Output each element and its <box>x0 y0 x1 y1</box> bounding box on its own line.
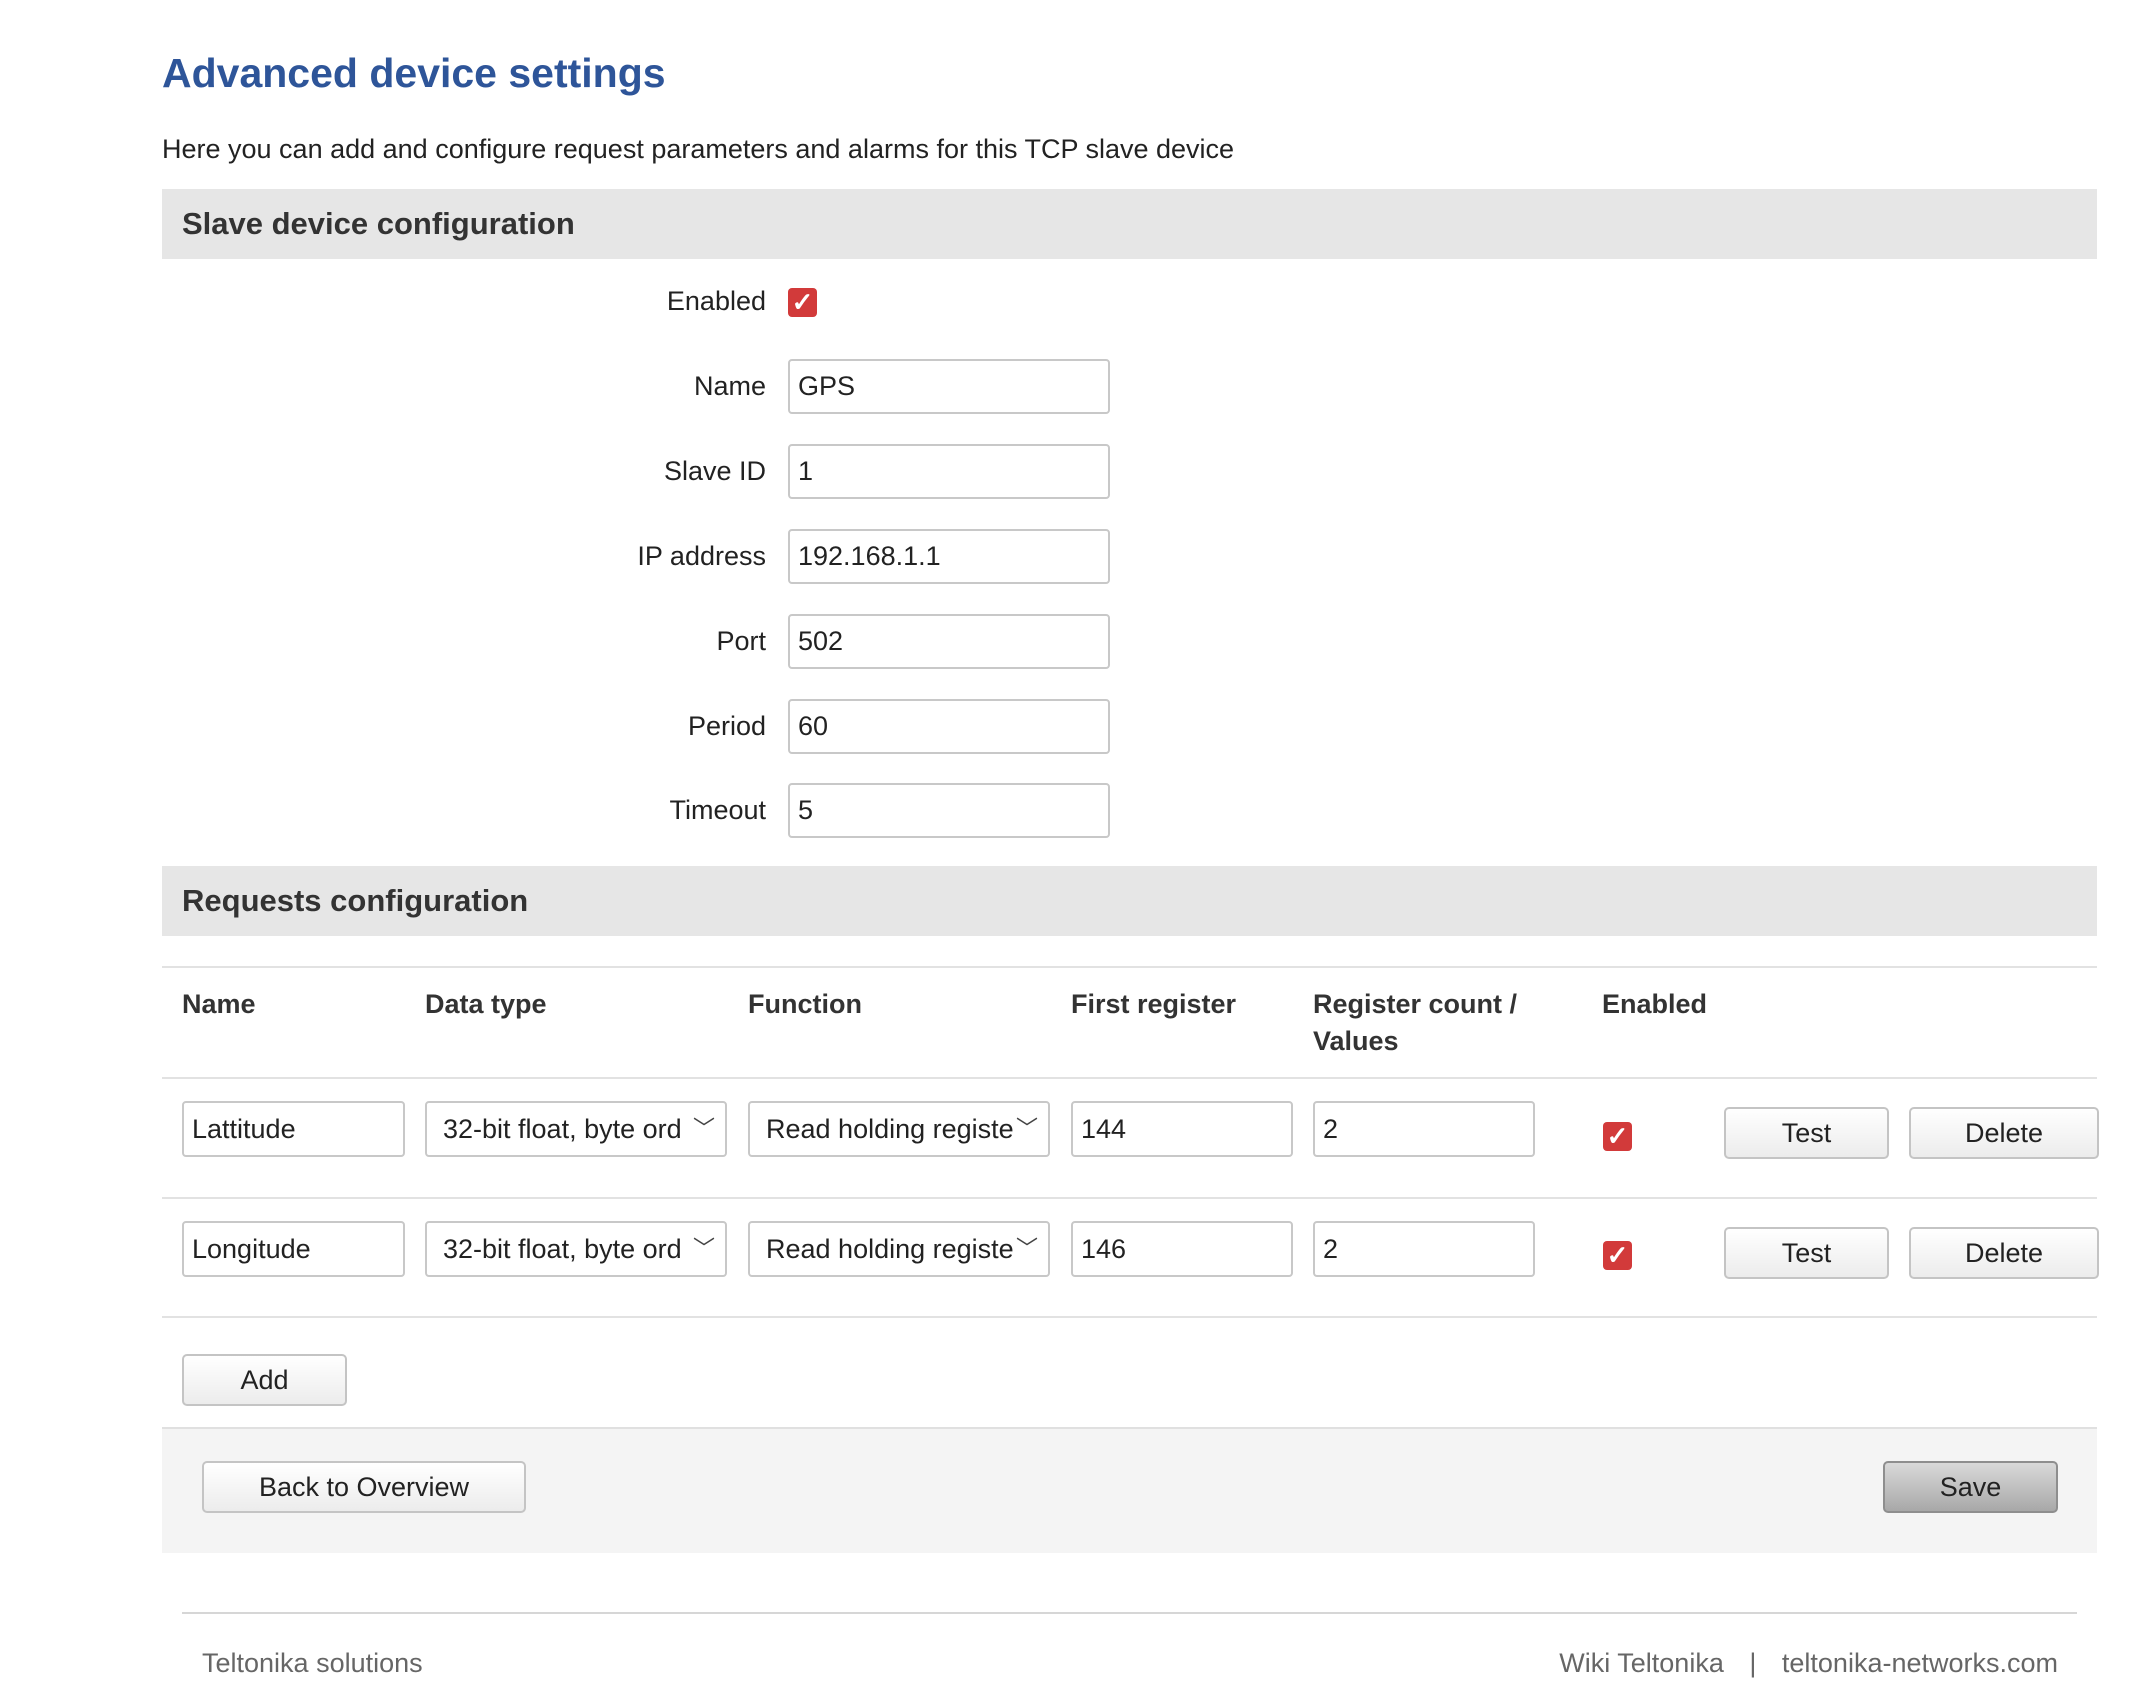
back-to-overview-button[interactable]: Back to Overview <box>202 1461 526 1513</box>
col-enabled-header: Enabled <box>1602 989 1708 1019</box>
register-count-input[interactable] <box>1313 1221 1535 1277</box>
checkmark-icon: ✓ <box>1606 1240 1629 1270</box>
add-request-button[interactable]: Add <box>182 1354 347 1406</box>
function-select[interactable]: Read holding registe ﹀ <box>748 1221 1050 1277</box>
col-name-header: Name <box>182 989 256 1019</box>
slave-enabled-checkbox[interactable]: ✓ <box>788 288 817 317</box>
site-link[interactable]: teltonika-networks.com <box>1782 1648 2058 1678</box>
first-register-input[interactable] <box>1071 1101 1293 1157</box>
data-type-value: 32-bit float, byte ord <box>443 1114 682 1144</box>
request-name-input[interactable] <box>182 1221 405 1277</box>
requests-config-header: Requests configuration <box>162 866 2097 936</box>
chevron-down-icon: ﹀ <box>692 1116 715 1141</box>
timeout-label: Timeout <box>669 795 766 825</box>
register-count-input[interactable] <box>1313 1101 1535 1157</box>
chevron-down-icon: ﹀ <box>1015 1116 1038 1141</box>
table-top-divider <box>162 966 2097 968</box>
request-name-input[interactable] <box>182 1101 405 1157</box>
row-divider <box>162 1316 2097 1318</box>
col-data-type-header: Data type <box>425 989 547 1019</box>
page-title: Advanced device settings <box>162 50 666 96</box>
footer-separator: | <box>1749 1648 1757 1678</box>
footer-divider <box>182 1612 2077 1614</box>
function-value: Read holding registe <box>766 1114 1014 1144</box>
data-type-select[interactable]: 32-bit float, byte ord ﹀ <box>425 1101 727 1157</box>
delete-button[interactable]: Delete <box>1909 1227 2099 1279</box>
table-header-divider <box>162 1077 2097 1079</box>
data-type-select[interactable]: 32-bit float, byte ord ﹀ <box>425 1221 727 1277</box>
port-label: Port <box>716 626 766 656</box>
timeout-input[interactable] <box>788 783 1110 838</box>
test-button[interactable]: Test <box>1724 1227 1889 1279</box>
period-input[interactable] <box>788 699 1110 754</box>
col-register-count-header: Register count / Values <box>1313 986 1517 1060</box>
slave-id-label: Slave ID <box>663 456 766 486</box>
period-label: Period <box>687 711 766 741</box>
ip-address-label: IP address <box>637 541 766 571</box>
data-type-value: 32-bit float, byte ord <box>443 1234 682 1264</box>
row-divider <box>162 1197 2097 1199</box>
col-register-count-line2: Values <box>1313 1026 1399 1056</box>
slave-config-header: Slave device configuration <box>162 189 2097 259</box>
function-select[interactable]: Read holding registe ﹀ <box>748 1101 1050 1157</box>
chevron-down-icon: ﹀ <box>1015 1236 1038 1261</box>
request-enabled-checkbox[interactable]: ✓ <box>1603 1241 1632 1270</box>
delete-button[interactable]: Delete <box>1909 1107 2099 1159</box>
function-value: Read holding registe <box>766 1234 1014 1264</box>
footer-links: Wiki Teltonika | teltonika-networks.com <box>1559 1648 2058 1679</box>
page-description: Here you can add and configure request p… <box>162 134 1235 164</box>
col-first-register-header: First register <box>1071 989 1237 1019</box>
footer-brand: Teltonika solutions <box>202 1648 423 1678</box>
enabled-label: Enabled <box>666 286 766 316</box>
ip-address-input[interactable] <box>788 529 1110 584</box>
name-label: Name <box>693 371 766 401</box>
request-enabled-checkbox[interactable]: ✓ <box>1603 1122 1632 1151</box>
chevron-down-icon: ﹀ <box>692 1236 715 1261</box>
checkmark-icon: ✓ <box>1606 1121 1629 1151</box>
name-input[interactable] <box>788 359 1110 414</box>
port-input[interactable] <box>788 614 1110 669</box>
slave-id-input[interactable] <box>788 444 1110 499</box>
test-button[interactable]: Test <box>1724 1107 1889 1159</box>
first-register-input[interactable] <box>1071 1221 1293 1277</box>
col-register-count-line1: Register count / <box>1313 989 1518 1019</box>
save-button[interactable]: Save <box>1883 1461 2058 1513</box>
wiki-link[interactable]: Wiki Teltonika <box>1559 1648 1724 1678</box>
col-function-header: Function <box>748 989 862 1019</box>
checkmark-icon: ✓ <box>791 287 814 317</box>
